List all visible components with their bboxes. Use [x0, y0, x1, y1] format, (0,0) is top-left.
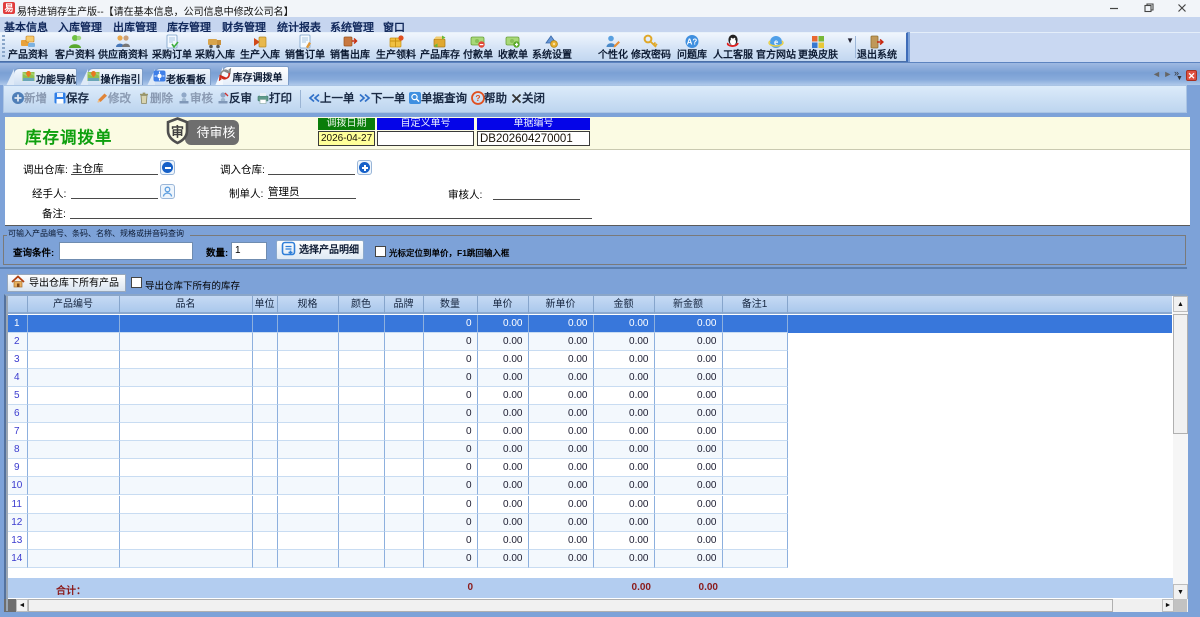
svg-text:?: ?: [475, 93, 480, 103]
svg-text:A?: A?: [687, 38, 698, 47]
svg-text:e: e: [774, 37, 778, 47]
svg-text:审: 审: [171, 125, 184, 140]
